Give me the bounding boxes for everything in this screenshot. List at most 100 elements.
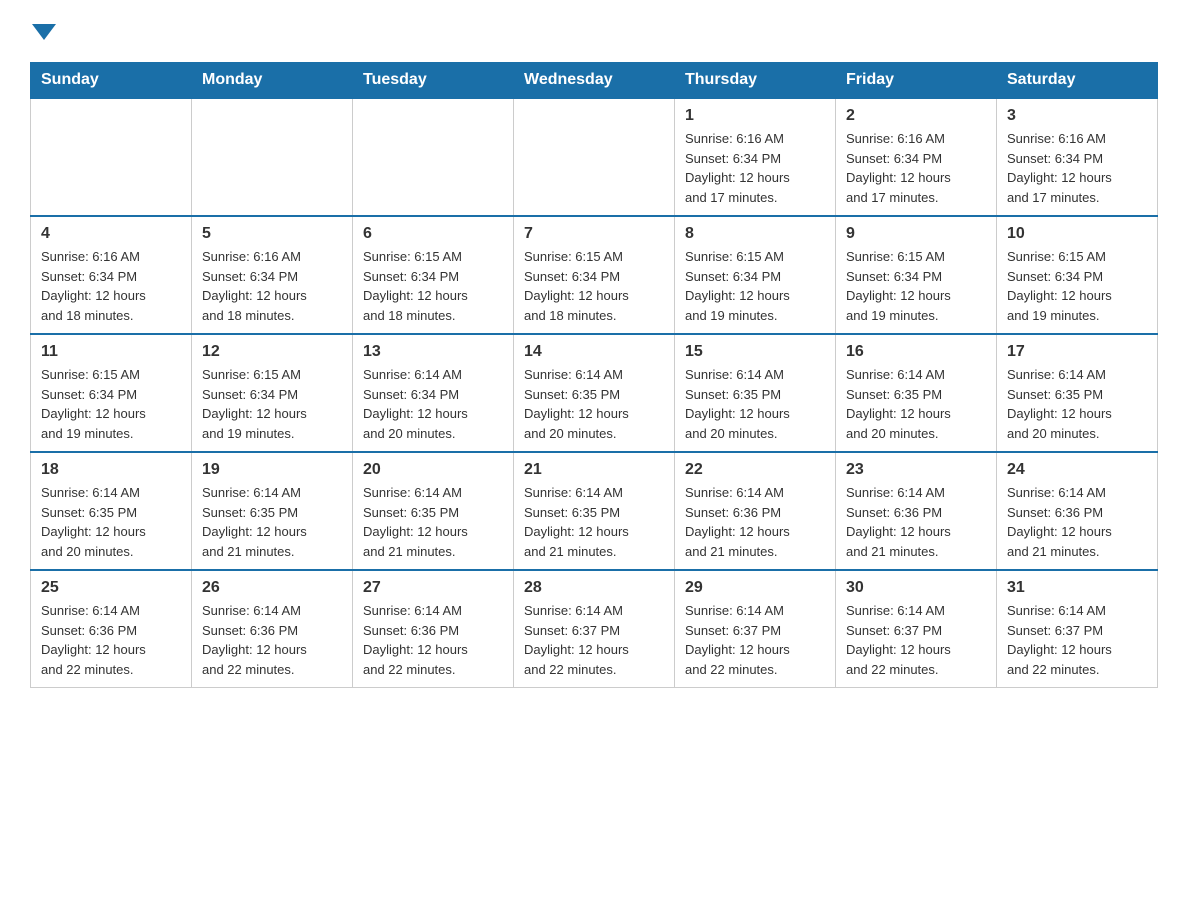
calendar-cell: 7 Sunrise: 6:15 AM Sunset: 6:34 PM Daylig…: [514, 216, 675, 334]
calendar-cell: [514, 98, 675, 216]
day-number: 18: [41, 461, 181, 479]
calendar-cell: 17 Sunrise: 6:14 AM Sunset: 6:35 PM Dayli…: [997, 334, 1158, 452]
calendar-cell: 9Sunrise: 6:15 AM Sunset: 6:34 PM Daylig…: [836, 216, 997, 334]
day-info: Sunrise: 6:14 AM Sunset: 6:35 PM Dayligh…: [524, 483, 664, 561]
calendar-cell: 8 Sunrise: 6:15 AM Sunset: 6:34 PM Daylig…: [675, 216, 836, 334]
day-info: Sunrise: 6:14 AM Sunset: 6:37 PM Dayligh…: [524, 601, 664, 679]
day-info: Sunrise: 6:14 AM Sunset: 6:35 PM Dayligh…: [846, 365, 986, 443]
weekday-header-saturday: Saturday: [997, 63, 1158, 99]
day-number: 10: [1007, 225, 1147, 243]
calendar-cell: 20 Sunrise: 6:14 AM Sunset: 6:35 PM Dayli…: [353, 452, 514, 570]
weekday-header-wednesday: Wednesday: [514, 63, 675, 99]
calendar-cell: 1 Sunrise: 6:16 AM Sunset: 6:34 PM Daylig…: [675, 98, 836, 216]
day-number: 31: [1007, 579, 1147, 597]
calendar-cell: 6 Sunrise: 6:15 AM Sunset: 6:34 PM Daylig…: [353, 216, 514, 334]
day-number: 22: [685, 461, 825, 479]
day-number: 24: [1007, 461, 1147, 479]
calendar-cell: 10 Sunrise: 6:15 AM Sunset: 6:34 PM Dayli…: [997, 216, 1158, 334]
day-info: Sunrise: 6:14 AM Sunset: 6:35 PM Dayligh…: [363, 483, 503, 561]
calendar-header: SundayMondayTuesdayWednesdayThursdayFrid…: [31, 63, 1158, 99]
day-number: 6: [363, 225, 503, 243]
day-number: 14: [524, 343, 664, 361]
day-number: 27: [363, 579, 503, 597]
day-number: 8: [685, 225, 825, 243]
day-number: 11: [41, 343, 181, 361]
day-info: Sunrise: 6:14 AM Sunset: 6:36 PM Dayligh…: [1007, 483, 1147, 561]
day-info: Sunrise: 6:15 AM Sunset: 6:34 PM Dayligh…: [524, 247, 664, 325]
day-info: Sunrise: 6:14 AM Sunset: 6:37 PM Dayligh…: [685, 601, 825, 679]
day-info: Sunrise: 6:15 AM Sunset: 6:34 PM Dayligh…: [202, 365, 342, 443]
day-number: 21: [524, 461, 664, 479]
day-number: 30: [846, 579, 986, 597]
calendar-cell: 21 Sunrise: 6:14 AM Sunset: 6:35 PM Dayli…: [514, 452, 675, 570]
day-number: 9: [846, 225, 986, 243]
day-info: Sunrise: 6:14 AM Sunset: 6:36 PM Dayligh…: [685, 483, 825, 561]
day-info: Sunrise: 6:14 AM Sunset: 6:36 PM Dayligh…: [41, 601, 181, 679]
day-number: 19: [202, 461, 342, 479]
day-number: 7: [524, 225, 664, 243]
page-header: [30, 20, 1158, 42]
day-info: Sunrise: 6:14 AM Sunset: 6:36 PM Dayligh…: [846, 483, 986, 561]
calendar-cell: 13 Sunrise: 6:14 AM Sunset: 6:34 PM Dayli…: [353, 334, 514, 452]
calendar-table: SundayMondayTuesdayWednesdayThursdayFrid…: [30, 62, 1158, 688]
calendar-cell: 19Sunrise: 6:14 AM Sunset: 6:35 PM Dayli…: [192, 452, 353, 570]
calendar-cell: [31, 98, 192, 216]
day-number: 16: [846, 343, 986, 361]
calendar-cell: 29Sunrise: 6:14 AM Sunset: 6:37 PM Dayli…: [675, 570, 836, 688]
day-info: Sunrise: 6:15 AM Sunset: 6:34 PM Dayligh…: [41, 365, 181, 443]
calendar-cell: 15Sunrise: 6:14 AM Sunset: 6:35 PM Dayli…: [675, 334, 836, 452]
day-number: 1: [685, 107, 825, 125]
day-number: 3: [1007, 107, 1147, 125]
calendar-cell: 27 Sunrise: 6:14 AM Sunset: 6:36 PM Dayli…: [353, 570, 514, 688]
day-number: 13: [363, 343, 503, 361]
day-info: Sunrise: 6:14 AM Sunset: 6:35 PM Dayligh…: [41, 483, 181, 561]
calendar-week-5: 25 Sunrise: 6:14 AM Sunset: 6:36 PM Dayli…: [31, 570, 1158, 688]
calendar-cell: 25 Sunrise: 6:14 AM Sunset: 6:36 PM Dayli…: [31, 570, 192, 688]
day-info: Sunrise: 6:16 AM Sunset: 6:34 PM Dayligh…: [202, 247, 342, 325]
calendar-cell: [192, 98, 353, 216]
calendar-cell: 23 Sunrise: 6:14 AM Sunset: 6:36 PM Dayli…: [836, 452, 997, 570]
day-info: Sunrise: 6:15 AM Sunset: 6:34 PM Dayligh…: [685, 247, 825, 325]
logo: [30, 20, 56, 42]
day-number: 23: [846, 461, 986, 479]
weekday-header-sunday: Sunday: [31, 63, 192, 99]
day-number: 5: [202, 225, 342, 243]
day-info: Sunrise: 6:16 AM Sunset: 6:34 PM Dayligh…: [846, 129, 986, 207]
day-number: 25: [41, 579, 181, 597]
weekday-header-monday: Monday: [192, 63, 353, 99]
calendar-cell: [353, 98, 514, 216]
weekday-header-tuesday: Tuesday: [353, 63, 514, 99]
day-number: 4: [41, 225, 181, 243]
calendar-cell: 16 Sunrise: 6:14 AM Sunset: 6:35 PM Dayli…: [836, 334, 997, 452]
weekday-header-friday: Friday: [836, 63, 997, 99]
calendar-week-2: 4 Sunrise: 6:16 AM Sunset: 6:34 PM Daylig…: [31, 216, 1158, 334]
day-info: Sunrise: 6:16 AM Sunset: 6:34 PM Dayligh…: [1007, 129, 1147, 207]
day-number: 17: [1007, 343, 1147, 361]
logo-triangle-icon: [32, 24, 56, 40]
calendar-cell: 12 Sunrise: 6:15 AM Sunset: 6:34 PM Dayli…: [192, 334, 353, 452]
calendar-week-4: 18 Sunrise: 6:14 AM Sunset: 6:35 PM Dayli…: [31, 452, 1158, 570]
day-info: Sunrise: 6:16 AM Sunset: 6:34 PM Dayligh…: [41, 247, 181, 325]
day-number: 20: [363, 461, 503, 479]
calendar-cell: 5 Sunrise: 6:16 AM Sunset: 6:34 PM Daylig…: [192, 216, 353, 334]
day-info: Sunrise: 6:14 AM Sunset: 6:34 PM Dayligh…: [363, 365, 503, 443]
day-info: Sunrise: 6:15 AM Sunset: 6:34 PM Dayligh…: [363, 247, 503, 325]
calendar-cell: 18 Sunrise: 6:14 AM Sunset: 6:35 PM Dayli…: [31, 452, 192, 570]
calendar-cell: 30 Sunrise: 6:14 AM Sunset: 6:37 PM Dayli…: [836, 570, 997, 688]
calendar-cell: 26Sunrise: 6:14 AM Sunset: 6:36 PM Dayli…: [192, 570, 353, 688]
calendar-cell: 3 Sunrise: 6:16 AM Sunset: 6:34 PM Daylig…: [997, 98, 1158, 216]
day-info: Sunrise: 6:14 AM Sunset: 6:37 PM Dayligh…: [846, 601, 986, 679]
day-info: Sunrise: 6:14 AM Sunset: 6:36 PM Dayligh…: [363, 601, 503, 679]
day-info: Sunrise: 6:16 AM Sunset: 6:34 PM Dayligh…: [685, 129, 825, 207]
calendar-cell: 28Sunrise: 6:14 AM Sunset: 6:37 PM Dayli…: [514, 570, 675, 688]
logo-text: [30, 20, 56, 40]
weekday-header-thursday: Thursday: [675, 63, 836, 99]
day-number: 12: [202, 343, 342, 361]
day-number: 15: [685, 343, 825, 361]
calendar-week-3: 11 Sunrise: 6:15 AM Sunset: 6:34 PM Dayli…: [31, 334, 1158, 452]
calendar-cell: 4 Sunrise: 6:16 AM Sunset: 6:34 PM Daylig…: [31, 216, 192, 334]
calendar-cell: 14Sunrise: 6:14 AM Sunset: 6:35 PM Dayli…: [514, 334, 675, 452]
day-info: Sunrise: 6:15 AM Sunset: 6:34 PM Dayligh…: [1007, 247, 1147, 325]
day-info: Sunrise: 6:14 AM Sunset: 6:35 PM Dayligh…: [1007, 365, 1147, 443]
day-number: 26: [202, 579, 342, 597]
